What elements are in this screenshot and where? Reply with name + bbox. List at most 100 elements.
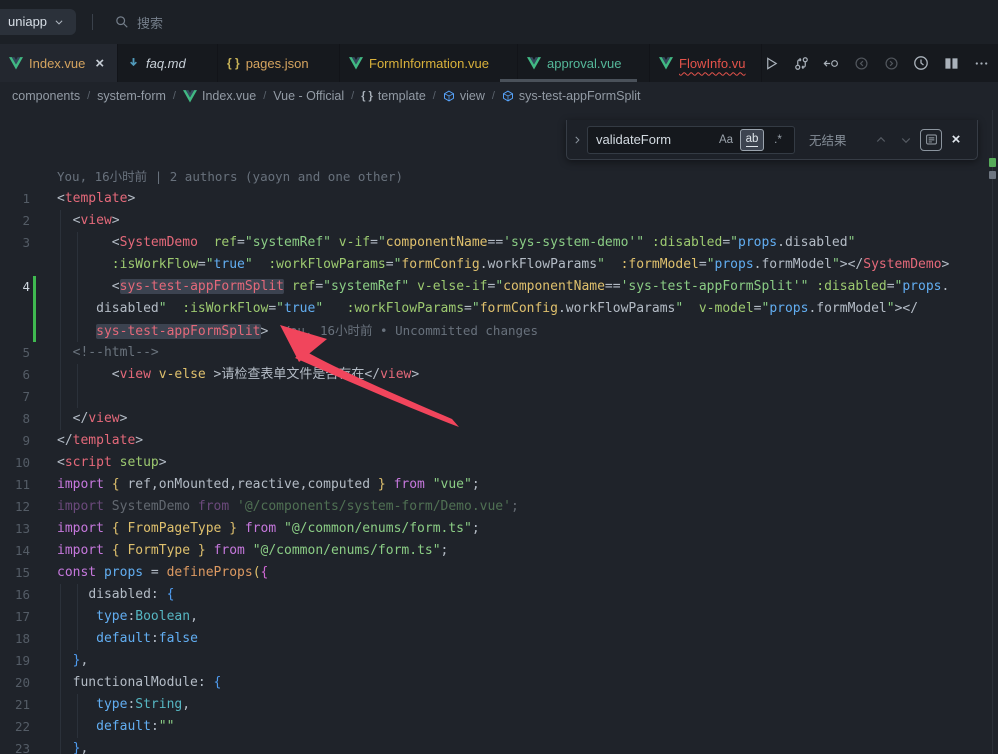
- open-changes-icon[interactable]: [820, 52, 842, 74]
- code-row[interactable]: 1<template>: [0, 188, 998, 210]
- breadcrumb-item-system-form[interactable]: system-form: [97, 89, 166, 103]
- tab-scrollbar[interactable]: [500, 79, 637, 82]
- code-text: <view>: [57, 210, 998, 232]
- code-row[interactable]: 11import { ref,onMounted,reactive,comput…: [0, 474, 998, 496]
- code-text: default:"": [57, 716, 998, 738]
- code-editor[interactable]: You, 16小时前 | 2 authors (yaoyn and one ot…: [0, 110, 998, 754]
- code-row[interactable]: 7: [0, 386, 998, 408]
- history-icon[interactable]: [910, 52, 932, 74]
- word-highlight: sys-test-appFormSplit: [120, 279, 284, 294]
- code-text: },: [57, 738, 998, 754]
- close-tab-icon[interactable]: ×: [95, 56, 104, 71]
- code-row[interactable]: 2 <view>: [0, 210, 998, 232]
- vue-logo-icon: [9, 57, 23, 70]
- navigate-back-icon[interactable]: [850, 52, 872, 74]
- indent-guide: [77, 606, 78, 628]
- code-row[interactable]: 17 type:Boolean,: [0, 606, 998, 628]
- overview-ruler: [992, 110, 993, 754]
- line-number: 10: [0, 452, 30, 474]
- previous-match-button[interactable]: [870, 129, 892, 151]
- vue-logo-icon: [183, 90, 197, 103]
- code-text: functionalModule: {: [57, 672, 998, 694]
- global-search[interactable]: 搜索: [115, 13, 163, 32]
- code-row[interactable]: 22 default:"": [0, 716, 998, 738]
- source-control-icon[interactable]: [790, 52, 812, 74]
- code-row[interactable]: 18 default:false: [0, 628, 998, 650]
- indent-guide: [77, 254, 78, 276]
- vue-logo-icon: [527, 57, 541, 70]
- code-row[interactable]: 4 <sys-test-appFormSplit ref="systemRef"…: [0, 276, 998, 298]
- code-row[interactable]: 3 <SystemDemo ref="systemRef" v-if="comp…: [0, 232, 998, 254]
- code-row[interactable]: 9</template>: [0, 430, 998, 452]
- code-row[interactable]: 14import { FormType } from "@/common/enu…: [0, 540, 998, 562]
- regex-toggle[interactable]: .*: [766, 129, 790, 151]
- run-button[interactable]: [760, 52, 782, 74]
- code-text: const props = defineProps({: [57, 562, 998, 584]
- close-find-button[interactable]: ×: [945, 129, 967, 151]
- code-text: <SystemDemo ref="systemRef" v-if="compon…: [57, 232, 998, 254]
- tab-label: pages.json: [246, 56, 309, 71]
- indent-guide: [60, 210, 61, 232]
- tab-pages-json[interactable]: { }pages.json: [218, 44, 340, 82]
- breadcrumb-item-vue-official[interactable]: Vue - Official: [273, 89, 344, 103]
- next-match-button[interactable]: [895, 129, 917, 151]
- line-number: 21: [0, 694, 30, 716]
- code-row[interactable]: 12import SystemDemo from '@/components/s…: [0, 496, 998, 518]
- code-row[interactable]: sys-test-appFormSplit>You, 16小时前 • Uncom…: [0, 320, 998, 342]
- breadcrumb-item-template[interactable]: { }template: [361, 89, 426, 103]
- breadcrumb-item-index-vue[interactable]: Index.vue: [183, 89, 256, 103]
- project-badge[interactable]: uniapp: [0, 9, 76, 35]
- more-actions-icon[interactable]: [970, 52, 992, 74]
- code-row[interactable]: 15 const props = defineProps({: [0, 562, 998, 584]
- match-case-toggle[interactable]: Aa: [714, 129, 738, 151]
- code-row[interactable]: :isWorkFlow="true" :workFlowParams="form…: [0, 254, 998, 276]
- inline-blame-annotation: You, 16小时前 • Uncommitted changes: [282, 323, 538, 338]
- breadcrumb-item-sys-test-appformsplit[interactable]: sys-test-appFormSplit: [502, 89, 641, 103]
- code-row[interactable]: 10 <script setup>: [0, 452, 998, 474]
- indent-guide: [60, 584, 61, 606]
- code-row[interactable]: 8 </view>: [0, 408, 998, 430]
- line-number: 2: [0, 210, 30, 232]
- indent-guide: [77, 386, 78, 408]
- navigate-forward-icon[interactable]: [880, 52, 902, 74]
- line-number: 8: [0, 408, 30, 430]
- breadcrumb-label: components: [12, 89, 80, 103]
- code-row[interactable]: 19 },: [0, 650, 998, 672]
- tab-index-vue[interactable]: Index.vue×: [0, 44, 118, 82]
- find-input-box: Aaab.*: [587, 126, 795, 154]
- split-editor-icon[interactable]: [940, 52, 962, 74]
- tab-forminformation-vue[interactable]: FormInformation.vue: [340, 44, 518, 82]
- code-row[interactable]: disabled" :isWorkFlow="true" :workFlowPa…: [0, 298, 998, 320]
- find-input[interactable]: [596, 132, 712, 147]
- code-row[interactable]: 20 functionalModule: {: [0, 672, 998, 694]
- word-marker: [989, 171, 996, 179]
- tab-label: FormInformation.vue: [369, 56, 489, 71]
- tab-faq-md[interactable]: faq.md: [118, 44, 218, 82]
- code-text: <!--html-->: [57, 342, 998, 364]
- line-number: 15: [0, 562, 30, 584]
- indent-guide: [60, 232, 61, 254]
- code-row[interactable]: 21 type:String,: [0, 694, 998, 716]
- code-row[interactable]: 13import { FromPageType } from "@/common…: [0, 518, 998, 540]
- code-row[interactable]: 23 },: [0, 738, 998, 754]
- line-number: 3: [0, 232, 30, 254]
- indent-guide: [60, 320, 61, 342]
- indent-guide: [60, 628, 61, 650]
- toggle-replace-button[interactable]: [567, 135, 587, 145]
- breadcrumb-item-components[interactable]: components: [12, 89, 80, 103]
- tab-approval-vue[interactable]: approval.vue: [518, 44, 650, 82]
- code-text: <template>: [57, 188, 998, 210]
- tab-flowinfo-vu[interactable]: FlowInfo.vu: [650, 44, 762, 82]
- find-in-selection-button[interactable]: [920, 129, 942, 151]
- code-text: <script setup>: [57, 452, 998, 474]
- cube-icon: [502, 90, 514, 102]
- code-row[interactable]: 16 disabled: {: [0, 584, 998, 606]
- code-text: disabled: {: [57, 584, 998, 606]
- breadcrumb-item-view[interactable]: view: [443, 89, 485, 103]
- code-row[interactable]: 6 <view v-else >请检查表单文件是否存在</view>: [0, 364, 998, 386]
- code-row[interactable]: 5 <!--html-->: [0, 342, 998, 364]
- line-number: 12: [0, 496, 30, 518]
- project-name: uniapp: [8, 14, 47, 29]
- whole-word-toggle[interactable]: ab: [740, 129, 764, 151]
- divider: [92, 14, 93, 30]
